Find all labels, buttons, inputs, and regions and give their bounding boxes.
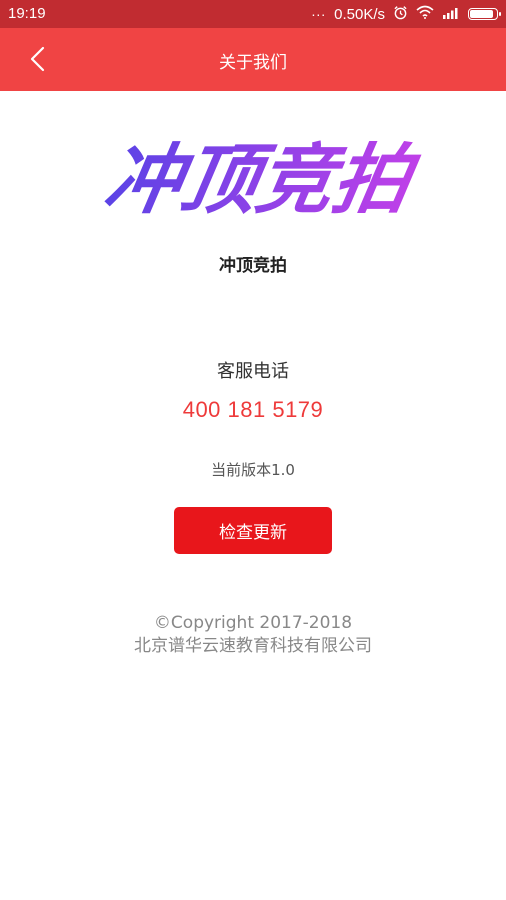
wifi-icon	[416, 5, 434, 23]
signal-icon	[442, 6, 460, 23]
network-speed: 0.50K/s	[334, 5, 385, 23]
company-name: 北京谱华云速教育科技有限公司	[134, 636, 372, 656]
app-name: 冲顶竞拍	[219, 256, 287, 276]
service-phone-number[interactable]: 400 181 5179	[0, 397, 506, 423]
footer: ©Copyright 2017-2018 北京谱华云速教育科技有限公司	[0, 612, 506, 658]
version-text: 当前版本1.0	[211, 461, 295, 479]
copyright-text: ©Copyright 2017-2018	[153, 613, 353, 633]
battery-level	[470, 10, 493, 18]
check-update-button[interactable]: 检查更新	[174, 507, 332, 554]
service-phone-label: 客服电话	[217, 361, 289, 382]
nav-bar: 关于我们	[0, 28, 506, 91]
page-title: 关于我们	[219, 53, 287, 73]
logo-text: 冲顶竞拍	[98, 137, 425, 225]
status-icons: ... 0.50K/s	[311, 3, 501, 24]
status-bar: 19:19 ... 0.50K/s	[0, 0, 506, 28]
alarm-icon	[393, 5, 408, 24]
battery-icon	[468, 8, 501, 20]
more-notifications-icon: ...	[311, 3, 327, 19]
app-logo: 冲顶竞拍	[98, 137, 425, 225]
status-time: 19:19	[8, 5, 46, 22]
